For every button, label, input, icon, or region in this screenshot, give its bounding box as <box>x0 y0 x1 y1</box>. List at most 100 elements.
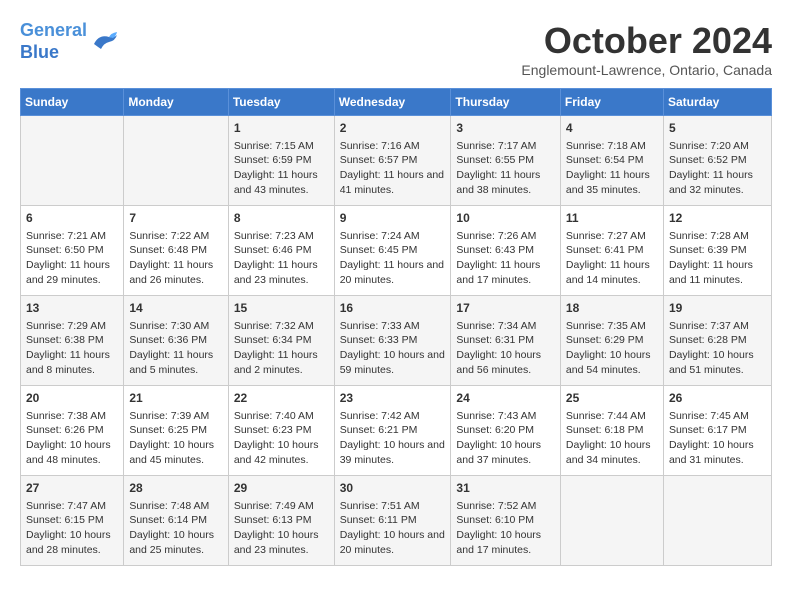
day-number: 9 <box>340 210 446 227</box>
calendar-cell <box>124 116 228 206</box>
calendar-table: SundayMondayTuesdayWednesdayThursdayFrid… <box>20 88 772 566</box>
cell-info: Sunset: 6:50 PM <box>26 243 118 258</box>
calendar-cell: 11Sunrise: 7:27 AMSunset: 6:41 PMDayligh… <box>560 206 663 296</box>
cell-info: Sunrise: 7:48 AM <box>129 499 222 514</box>
day-number: 20 <box>26 390 118 407</box>
day-number: 13 <box>26 300 118 317</box>
logo-text: General Blue <box>20 20 87 63</box>
calendar-cell: 14 Sunrise: 7:30 AMSunset: 6:36 PMDayligh… <box>124 296 228 386</box>
cell-info: Sunrise: 7:29 AM <box>26 319 118 334</box>
cell-info: Daylight: 10 hours and 48 minutes. <box>26 438 118 467</box>
day-number: 3 <box>456 120 555 137</box>
cell-info: Sunset: 6:36 PM <box>129 333 222 348</box>
cell-info: Sunrise: 7:30 AM <box>129 319 222 334</box>
day-number: 23 <box>340 390 446 407</box>
cell-info: Sunrise: 7:33 AM <box>340 319 446 334</box>
day-number: 2 <box>340 120 446 137</box>
calendar-cell: 6 Sunrise: 7:21 AMSunset: 6:50 PMDaylight… <box>21 206 124 296</box>
cell-info: Sunset: 6:20 PM <box>456 423 555 438</box>
cell-info: Daylight: 11 hours and 20 minutes. <box>340 258 446 287</box>
calendar-cell: 31Sunrise: 7:52 AMSunset: 6:10 PMDayligh… <box>451 476 561 566</box>
cell-info: Sunrise: 7:17 AM <box>456 139 555 154</box>
cell-info: Sunrise: 7:16 AM <box>340 139 446 154</box>
calendar-cell: 19Sunrise: 7:37 AMSunset: 6:28 PMDayligh… <box>663 296 771 386</box>
calendar-cell: 30Sunrise: 7:51 AMSunset: 6:11 PMDayligh… <box>334 476 451 566</box>
calendar-cell: 10Sunrise: 7:26 AMSunset: 6:43 PMDayligh… <box>451 206 561 296</box>
day-number: 1 <box>234 120 329 137</box>
cell-info: Daylight: 10 hours and 56 minutes. <box>456 348 555 377</box>
calendar-cell: 12Sunrise: 7:28 AMSunset: 6:39 PMDayligh… <box>663 206 771 296</box>
cell-info: Daylight: 10 hours and 37 minutes. <box>456 438 555 467</box>
day-number: 10 <box>456 210 555 227</box>
day-number: 6 <box>26 210 118 227</box>
cell-info: Daylight: 10 hours and 31 minutes. <box>669 438 766 467</box>
logo: General Blue <box>20 20 119 63</box>
cell-info: Sunrise: 7:22 AM <box>129 229 222 244</box>
weekday-header-row: SundayMondayTuesdayWednesdayThursdayFrid… <box>21 89 772 116</box>
cell-info: Sunset: 6:17 PM <box>669 423 766 438</box>
calendar-week-row: 20Sunrise: 7:38 AMSunset: 6:26 PMDayligh… <box>21 386 772 476</box>
cell-info: Daylight: 11 hours and 32 minutes. <box>669 168 766 197</box>
cell-info: Daylight: 11 hours and 8 minutes. <box>26 348 118 377</box>
weekday-header-saturday: Saturday <box>663 89 771 116</box>
calendar-cell: 8Sunrise: 7:23 AMSunset: 6:46 PMDaylight… <box>228 206 334 296</box>
calendar-cell: 3 Sunrise: 7:17 AMSunset: 6:55 PMDaylight… <box>451 116 561 206</box>
cell-info: Daylight: 11 hours and 38 minutes. <box>456 168 555 197</box>
cell-info: Daylight: 11 hours and 5 minutes. <box>129 348 222 377</box>
cell-info: Sunset: 6:14 PM <box>129 513 222 528</box>
cell-info: Sunset: 6:41 PM <box>566 243 658 258</box>
weekday-header-sunday: Sunday <box>21 89 124 116</box>
cell-info: Sunrise: 7:34 AM <box>456 319 555 334</box>
day-number: 14 <box>129 300 222 317</box>
cell-info: Sunset: 6:21 PM <box>340 423 446 438</box>
cell-info: Daylight: 11 hours and 29 minutes. <box>26 258 118 287</box>
day-number: 7 <box>129 210 222 227</box>
month-title: October 2024 <box>521 20 772 62</box>
day-number: 17 <box>456 300 555 317</box>
day-number: 22 <box>234 390 329 407</box>
day-number: 28 <box>129 480 222 497</box>
title-block: October 2024 Englemount-Lawrence, Ontari… <box>521 20 772 78</box>
day-number: 16 <box>340 300 446 317</box>
calendar-cell: 2Sunrise: 7:16 AMSunset: 6:57 PMDaylight… <box>334 116 451 206</box>
calendar-cell: 24Sunrise: 7:43 AMSunset: 6:20 PMDayligh… <box>451 386 561 476</box>
cell-info: Sunset: 6:11 PM <box>340 513 446 528</box>
cell-info: Daylight: 10 hours and 42 minutes. <box>234 438 329 467</box>
cell-info: Sunrise: 7:23 AM <box>234 229 329 244</box>
cell-info: Sunrise: 7:43 AM <box>456 409 555 424</box>
cell-info: Daylight: 10 hours and 45 minutes. <box>129 438 222 467</box>
cell-info: Daylight: 11 hours and 43 minutes. <box>234 168 329 197</box>
cell-info: Sunrise: 7:21 AM <box>26 229 118 244</box>
cell-info: Sunrise: 7:42 AM <box>340 409 446 424</box>
cell-info: Sunset: 6:54 PM <box>566 153 658 168</box>
cell-info: Sunset: 6:59 PM <box>234 153 329 168</box>
cell-info: Daylight: 10 hours and 39 minutes. <box>340 438 446 467</box>
calendar-cell: 16Sunrise: 7:33 AMSunset: 6:33 PMDayligh… <box>334 296 451 386</box>
cell-info: Daylight: 10 hours and 51 minutes. <box>669 348 766 377</box>
calendar-cell <box>663 476 771 566</box>
calendar-cell: 23 Sunrise: 7:42 AMSunset: 6:21 PMDayligh… <box>334 386 451 476</box>
cell-info: Sunrise: 7:35 AM <box>566 319 658 334</box>
cell-info: Daylight: 11 hours and 23 minutes. <box>234 258 329 287</box>
cell-info: Sunrise: 7:18 AM <box>566 139 658 154</box>
cell-info: Sunrise: 7:37 AM <box>669 319 766 334</box>
calendar-cell: 25Sunrise: 7:44 AMSunset: 6:18 PMDayligh… <box>560 386 663 476</box>
day-number: 29 <box>234 480 329 497</box>
day-number: 5 <box>669 120 766 137</box>
day-number: 12 <box>669 210 766 227</box>
day-number: 8 <box>234 210 329 227</box>
day-number: 4 <box>566 120 658 137</box>
cell-info: Sunrise: 7:28 AM <box>669 229 766 244</box>
cell-info: Sunrise: 7:52 AM <box>456 499 555 514</box>
cell-info: Daylight: 10 hours and 25 minutes. <box>129 528 222 557</box>
cell-info: Sunrise: 7:49 AM <box>234 499 329 514</box>
cell-info: Sunset: 6:34 PM <box>234 333 329 348</box>
cell-info: Sunrise: 7:44 AM <box>566 409 658 424</box>
calendar-cell: 20Sunrise: 7:38 AMSunset: 6:26 PMDayligh… <box>21 386 124 476</box>
cell-info: Sunrise: 7:38 AM <box>26 409 118 424</box>
cell-info: Daylight: 11 hours and 26 minutes. <box>129 258 222 287</box>
cell-info: Sunset: 6:55 PM <box>456 153 555 168</box>
cell-info: Sunrise: 7:26 AM <box>456 229 555 244</box>
calendar-week-row: 27Sunrise: 7:47 AMSunset: 6:15 PMDayligh… <box>21 476 772 566</box>
calendar-cell: 7Sunrise: 7:22 AMSunset: 6:48 PMDaylight… <box>124 206 228 296</box>
